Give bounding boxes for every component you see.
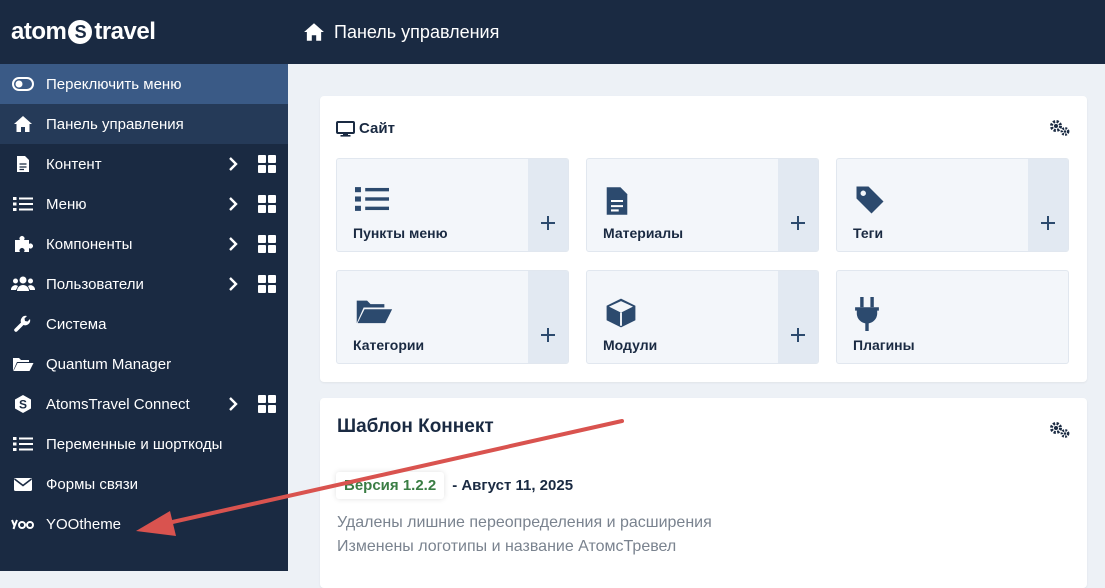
tile-label: Категории [353,337,425,353]
tile-label: Пункты меню [353,225,448,241]
site-card-title: Сайт [359,120,395,137]
list-icon [355,185,389,218]
changelog-item: Изменены логотипы и название АтомсТревел [337,538,677,555]
tile-label: Плагины [853,337,915,353]
sidebar-item-menus[interactable]: Меню [0,184,288,224]
version-badge: Версия 1.2.2 [336,472,445,499]
tile-categories[interactable]: Категории [336,270,569,364]
users-icon [11,274,35,294]
wrench-icon [11,314,35,334]
yoo-logo-icon [11,514,35,534]
sidebar-item-label: Quantum Manager [46,355,172,373]
chevron-right-icon[interactable] [225,154,241,174]
svg-text:S: S [19,398,27,412]
sidebar-item-label: Переключить меню [46,75,182,93]
folder-open-icon [11,354,35,374]
tile-tags[interactable]: Теги [836,158,1069,252]
plug-icon [855,297,879,336]
sidebar-item-label: Система [46,315,107,333]
template-card-title: Шаблон Коннект [337,416,494,437]
sidebar-item-label: Переменные и шорткоды [46,435,223,453]
page-title: Панель управления [334,21,500,42]
tile-label: Материалы [603,225,684,241]
file-icon [11,154,35,174]
folder-open-icon [355,297,393,330]
tile-label: Модули [603,337,658,353]
logo-text-right: travel [94,18,156,45]
cube-icon [605,297,637,334]
sidebar-item-label: Меню [46,195,87,213]
sidebar-item-label: AtomsTravel Connect [46,395,190,413]
sidebar-item-label: Формы связи [46,475,139,493]
dashboard-grid-icon[interactable] [258,395,276,413]
list-icon [11,194,35,214]
puzzle-icon [11,234,35,254]
sidebar-item-yootheme[interactable]: YOOtheme [0,504,288,544]
tile-plugins[interactable]: Плагины [836,270,1069,364]
file-icon [605,185,629,222]
add-article-button[interactable] [778,159,818,251]
sidebar-item-label: Панель управления [46,115,184,133]
sidebar-item-atomstravel-connect[interactable]: S AtomsTravel Connect [0,384,288,424]
add-menu-item-button[interactable] [528,159,568,251]
top-header: Панель управления [288,0,1105,64]
site-card-header: Сайт [336,120,395,137]
version-row: Версия 1.2.2 - Август 11, 2025 [336,472,573,499]
cogs-icon[interactable] [1049,119,1071,142]
changelog-item: Удалены лишние переопределения и расшире… [337,514,712,531]
dashboard-grid-icon[interactable] [258,155,276,173]
site-card: Сайт Пункты меню Материалы Теги Категори… [320,96,1087,382]
sidebar-item-label: YOOtheme [46,515,122,533]
home-icon [11,114,35,134]
sidebar-item-label: Компоненты [46,235,133,253]
sidebar-item-label: Пользователи [46,275,144,293]
tile-menu-items[interactable]: Пункты меню [336,158,569,252]
chevron-right-icon[interactable] [225,274,241,294]
tag-icon [855,185,885,220]
dashboard-grid-icon[interactable] [258,195,276,213]
monitor-icon [336,120,355,137]
chevron-right-icon[interactable] [225,394,241,414]
tile-articles[interactable]: Материалы [586,158,819,252]
envelope-icon [11,474,35,494]
version-date: - Август 11, 2025 [452,477,574,494]
dashboard-grid-icon[interactable] [258,275,276,293]
template-card: Шаблон Коннект Версия 1.2.2 - Август 11,… [320,398,1087,588]
add-tag-button[interactable] [1028,159,1068,251]
sidebar-item-components[interactable]: Компоненты [0,224,288,264]
atomstravel-logo[interactable]: atom S travel [0,0,288,64]
sidebar-item-contact-forms[interactable]: Формы связи [0,464,288,504]
sidebar: atom S travel Переключить меню Панель уп… [0,0,288,571]
logo-text-left: atom [11,18,67,45]
tile-label: Теги [853,225,884,241]
sidebar-item-toggle-menu[interactable]: Переключить меню [0,64,288,104]
sidebar-item-system[interactable]: Система [0,304,288,344]
sidebar-item-dashboard[interactable]: Панель управления [0,104,288,144]
tile-modules[interactable]: Модули [586,270,819,364]
atoms-logo-icon: S [11,394,35,414]
home-icon [303,22,325,42]
add-module-button[interactable] [778,271,818,363]
chevron-right-icon[interactable] [225,234,241,254]
sidebar-item-quantum-manager[interactable]: Quantum Manager [0,344,288,384]
sidebar-item-users[interactable]: Пользователи [0,264,288,304]
sidebar-item-label: Контент [46,155,102,173]
logo-s-badge: S [68,20,93,44]
list-icon [11,434,35,454]
add-category-button[interactable] [528,271,568,363]
chevron-right-icon[interactable] [225,194,241,214]
sidebar-item-variables-shortcodes[interactable]: Переменные и шорткоды [0,424,288,464]
sidebar-item-content[interactable]: Контент [0,144,288,184]
cogs-icon[interactable] [1049,421,1071,444]
dashboard-grid-icon[interactable] [258,235,276,253]
toggle-icon [11,74,35,94]
